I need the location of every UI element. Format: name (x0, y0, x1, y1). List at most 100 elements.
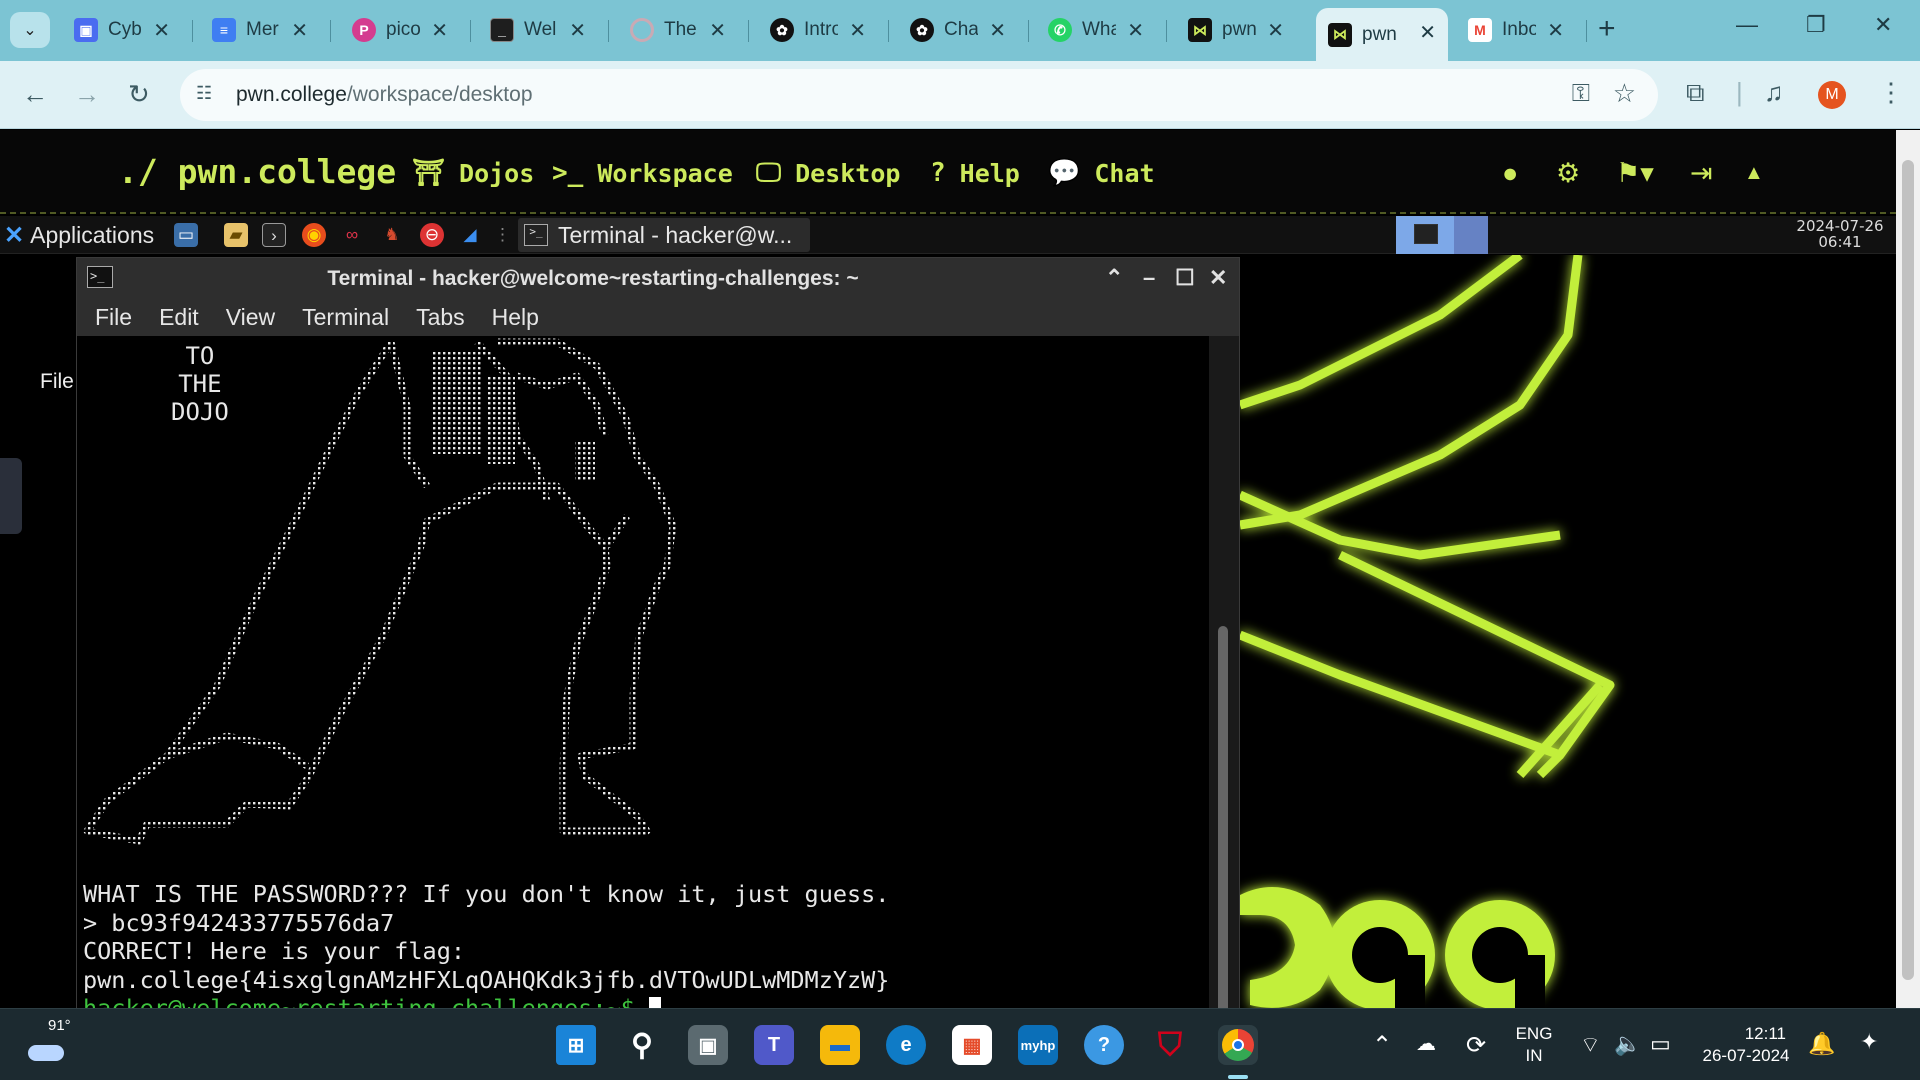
close-tab-icon[interactable]: ✕ (569, 18, 586, 43)
url-text[interactable]: pwn.college/workspace/desktop (236, 83, 533, 107)
system-clock[interactable]: 12:11 26-07-2024 (1696, 1023, 1796, 1067)
browser-tab[interactable]: ✿ Cha ✕ (898, 10, 1018, 50)
close-terminal-icon[interactable]: ✕ (1209, 265, 1227, 291)
weather-widget[interactable]: 91° (26, 1017, 72, 1063)
language-indicator[interactable]: ENG IN (1514, 1023, 1554, 1067)
terminal-launcher-icon[interactable]: › (262, 223, 286, 247)
wifi-icon[interactable]: ⌔ (1580, 1031, 1601, 1059)
back-icon[interactable]: ← (22, 79, 48, 110)
close-tab-icon[interactable]: ✕ (1547, 18, 1564, 43)
settings-gears-icon[interactable]: ⚙ (1556, 158, 1580, 189)
desktop-file-label[interactable]: File (40, 370, 74, 394)
sync-icon[interactable]: ⟳ (1466, 1031, 1486, 1060)
browser-tab[interactable]: ✆ Wha ✕ (1036, 10, 1156, 50)
nav-chat[interactable]: 💬 Chat (1048, 158, 1155, 188)
onedrive-error-icon[interactable]: ☁ (1416, 1031, 1436, 1056)
page-scroll-thumb[interactable] (1902, 160, 1914, 980)
chrome-menu-icon[interactable]: ⋮ (1878, 77, 1904, 108)
reload-icon[interactable]: ↻ (128, 79, 150, 110)
close-tab-icon[interactable]: ✕ (709, 18, 726, 43)
forward-icon[interactable]: → (74, 79, 100, 110)
show-desktop-icon[interactable]: ▭ (174, 223, 198, 247)
nav-workspace[interactable]: >_ Workspace (552, 158, 733, 188)
bookmark-star-icon[interactable]: ☆ (1613, 78, 1636, 109)
edge-icon[interactable]: e (886, 1025, 926, 1065)
browser-tab[interactable]: ▣ Cyb ✕ (62, 10, 182, 50)
collapse-navbar-icon[interactable]: ▲ (1744, 162, 1764, 185)
browser-tab[interactable]: ⋈ pwn ✕ (1176, 10, 1296, 50)
close-window-icon[interactable]: ✕ (1874, 12, 1892, 38)
terminal-window[interactable]: >_ Terminal - hacker@welcome~restarting-… (76, 257, 1240, 1017)
user-profile-icon[interactable]: ● (1502, 158, 1518, 189)
menu-view[interactable]: View (226, 304, 275, 336)
menu-help[interactable]: Help (492, 304, 539, 336)
microsoft-store-icon[interactable]: ▦ (952, 1025, 992, 1065)
side-panel-handle[interactable] (0, 458, 22, 534)
profile-avatar[interactable]: M (1818, 81, 1846, 109)
browser-tab[interactable]: ≡ Mer ✕ (200, 10, 320, 50)
close-tab-icon[interactable]: ✕ (1419, 20, 1436, 45)
password-key-icon[interactable]: ⚿ (1572, 80, 1590, 108)
minimize-window-icon[interactable]: — (1736, 12, 1758, 38)
menu-terminal[interactable]: Terminal (302, 304, 389, 336)
close-tab-icon[interactable]: ✕ (153, 18, 170, 43)
browser-tab[interactable]: ✿ Intro ✕ (758, 10, 878, 50)
browser-tab[interactable]: The ✕ (618, 10, 738, 50)
flag-text[interactable]: pwn.college{4isxglgnAMzHFXLqOAHQKdk3jfb.… (83, 966, 889, 995)
teams-icon[interactable]: T (754, 1025, 794, 1065)
page-scrollbar[interactable] (1896, 130, 1920, 1008)
nav-desktop[interactable]: 🖵 Desktop (756, 158, 900, 189)
battery-icon[interactable]: ▭ (1650, 1031, 1671, 1057)
shade-window-icon[interactable]: ⌃ (1105, 265, 1123, 291)
minimize-terminal-icon[interactable]: – (1143, 265, 1155, 291)
get-help-icon[interactable]: ? (1084, 1025, 1124, 1065)
menu-tabs[interactable]: Tabs (416, 304, 465, 336)
restore-window-icon[interactable]: ❐ (1806, 12, 1826, 38)
close-tab-icon[interactable]: ✕ (1267, 18, 1284, 43)
show-hidden-icons-icon[interactable]: ⌃ (1372, 1031, 1392, 1060)
media-controls-icon[interactable]: ♫ (1764, 77, 1784, 108)
browser-tab[interactable]: P pico ✕ (340, 10, 460, 50)
workspace-switcher[interactable] (1396, 216, 1488, 254)
file-explorer-icon[interactable]: ▬ (820, 1025, 860, 1065)
site-settings-icon[interactable]: ☷ (196, 83, 222, 107)
maximize-terminal-icon[interactable]: ☐ (1175, 265, 1195, 291)
menu-file[interactable]: File (95, 304, 132, 336)
close-tab-icon[interactable]: ✕ (431, 18, 448, 43)
close-tab-icon[interactable]: ✕ (291, 18, 308, 43)
nav-dojos[interactable]: ⛩ Dojos (412, 158, 534, 188)
stop-app-icon[interactable]: ⊖ (420, 223, 444, 247)
myhp-icon[interactable]: myhp (1018, 1025, 1058, 1065)
volume-icon[interactable]: 🔈 (1614, 1031, 1641, 1057)
workspace-2[interactable] (1454, 216, 1488, 254)
taskbar-terminal-button[interactable]: >_ Terminal - hacker@w... (518, 218, 810, 252)
chrome-icon[interactable] (1218, 1025, 1258, 1065)
mcafee-icon[interactable]: ⛉ (1150, 1025, 1190, 1065)
close-tab-icon[interactable]: ✕ (989, 18, 1006, 43)
firefox-icon[interactable]: ◉ (302, 223, 326, 247)
browser-tab[interactable]: _ Wel ✕ (478, 10, 598, 50)
applications-menu[interactable]: ✕ Applications (4, 221, 154, 250)
wireshark-icon[interactable]: ◢ (458, 223, 482, 247)
browser-tab[interactable]: M Inbo ✕ (1456, 10, 1576, 50)
close-tab-icon[interactable]: ✕ (849, 18, 866, 43)
start-button-icon[interactable]: ⊞ (556, 1025, 596, 1065)
terminal-scrollbar[interactable] (1209, 336, 1239, 1016)
extensions-puzzle-icon[interactable]: ⧉ (1686, 77, 1705, 109)
address-bar[interactable]: ☷ pwn.college/workspace/desktop ⚿ ☆ (180, 69, 1658, 121)
menu-edit[interactable]: Edit (159, 304, 199, 336)
copilot-icon[interactable]: ✦ (1860, 1029, 1878, 1055)
tab-search-button[interactable]: ⌄ (10, 12, 50, 48)
notification-bell-icon[interactable]: 🔔 (1808, 1031, 1835, 1057)
logout-icon[interactable]: ⇥ (1690, 158, 1713, 189)
terminal-output[interactable]: TO THE DOJO WHAT IS THE PASSWORD??? If y… (77, 336, 1211, 1016)
new-tab-button[interactable]: + (1598, 14, 1616, 44)
workspace-1[interactable] (1396, 216, 1454, 254)
bug-app-icon[interactable]: ♞ (380, 223, 404, 247)
nav-help[interactable]: ? Help (930, 158, 1020, 188)
pwn-college-logo[interactable]: ./ pwn.college (118, 152, 396, 191)
task-view-icon[interactable]: ▣ (688, 1025, 728, 1065)
terminal-scroll-thumb[interactable] (1218, 626, 1228, 1016)
browser-tab-active[interactable]: ⋈ pwn ✕ (1316, 8, 1448, 61)
flag-dropdown-icon[interactable]: ⚑▾ (1616, 158, 1654, 189)
